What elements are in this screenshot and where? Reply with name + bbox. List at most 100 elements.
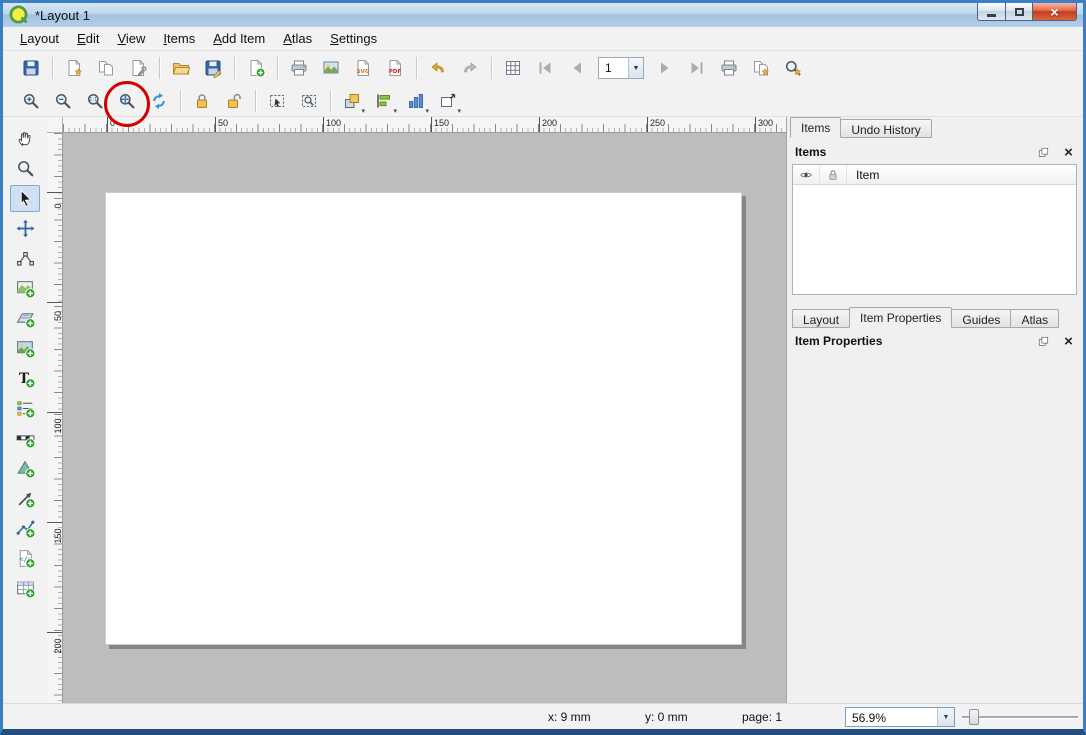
add-html-frame-tool[interactable]: </> <box>10 545 40 572</box>
add-arrow-tool[interactable] <box>10 485 40 512</box>
tab-atlas[interactable]: Atlas <box>1010 309 1059 328</box>
ruler-tick <box>647 117 648 132</box>
horizontal-ruler[interactable]: 050100150200250300 <box>63 117 786 133</box>
zoom-level-combobox[interactable]: 56.9% ▼ <box>845 707 955 727</box>
add-pages-button[interactable] <box>242 54 270 82</box>
export-as-svg-button[interactable]: SVG <box>349 54 377 82</box>
redo-button[interactable] <box>456 54 484 82</box>
tab-guides[interactable]: Guides <box>951 309 1011 328</box>
add-label-tool[interactable]: T <box>10 365 40 392</box>
label-plus-icon: T <box>15 368 36 389</box>
items-list[interactable]: Item <box>792 164 1077 295</box>
pan-layout-tool[interactable] <box>10 125 40 152</box>
select-all-items-button[interactable] <box>263 87 291 115</box>
atlas-settings-button[interactable] <box>779 54 807 82</box>
tab-undo-history[interactable]: Undo History <box>840 119 931 138</box>
unlock-all-items-button[interactable] <box>220 87 248 115</box>
add-items-from-template-button[interactable] <box>167 54 195 82</box>
move-item-content-tool[interactable] <box>10 215 40 242</box>
close-button[interactable]: × <box>1032 3 1077 21</box>
layout-manager-button[interactable] <box>124 54 152 82</box>
item-properties-panel-title: Item Properties <box>795 334 882 348</box>
chevron-down-icon[interactable]: ▼ <box>628 58 643 78</box>
lock-selected-items-button[interactable] <box>188 87 216 115</box>
preview-atlas-button[interactable] <box>499 54 527 82</box>
zoom-out-button[interactable] <box>49 87 77 115</box>
menu-edit[interactable]: Edit <box>68 28 108 49</box>
ruler-corner <box>47 117 63 133</box>
first-feature-button[interactable] <box>531 54 559 82</box>
add-legend-tool[interactable] <box>10 395 40 422</box>
zoom-slider[interactable] <box>962 707 1078 727</box>
menu-layout[interactable]: Layout <box>11 28 68 49</box>
align-selected-items-button[interactable]: ▾ <box>370 87 398 115</box>
last-feature-button[interactable] <box>683 54 711 82</box>
workspace: T</> 050100150200250300 050100150200 Ite… <box>3 117 1083 703</box>
previous-feature-button[interactable] <box>563 54 591 82</box>
duplicate-layout-button[interactable] <box>92 54 120 82</box>
add-scale-bar-tool[interactable] <box>10 425 40 452</box>
ruler-label: 150 <box>434 118 449 128</box>
layout-canvas[interactable] <box>63 133 786 703</box>
atlas-page-spinbox[interactable]: 1▼ <box>598 57 644 79</box>
deselect-all-items-button[interactable] <box>295 87 323 115</box>
next-feature-button[interactable] <box>651 54 679 82</box>
print-atlas-button[interactable] <box>715 54 743 82</box>
export-as-image-button[interactable] <box>317 54 345 82</box>
print-layout-button[interactable] <box>285 54 313 82</box>
zoom-tool[interactable] <box>10 155 40 182</box>
add-shape-tool[interactable] <box>10 455 40 482</box>
add-node-item-tool[interactable] <box>10 515 40 542</box>
refresh-view-button[interactable] <box>145 87 173 115</box>
resize-selected-items-button[interactable]: ▾ <box>434 87 462 115</box>
raise-selected-items-button[interactable]: ▾ <box>338 87 366 115</box>
menu-settings[interactable]: Settings <box>321 28 386 49</box>
menu-view[interactable]: View <box>108 28 154 49</box>
menu-atlas[interactable]: Atlas <box>274 28 321 49</box>
chevron-down-icon[interactable]: ▼ <box>937 708 954 726</box>
dock-bottom-tabbar: LayoutItem PropertiesGuidesAtlas <box>792 307 1058 328</box>
vertical-ruler[interactable]: 050100150200 <box>47 133 63 703</box>
qgis-logo-icon <box>9 5 29 25</box>
menu-items[interactable]: Items <box>154 28 204 49</box>
move-content-icon <box>15 218 36 239</box>
distribute-selected-items-button[interactable]: ▾ <box>402 87 430 115</box>
save-as-template-button[interactable] <box>199 54 227 82</box>
add-3d-map-tool[interactable] <box>10 305 40 332</box>
refresh-icon <box>149 91 169 111</box>
select-move-item-tool[interactable] <box>10 185 40 212</box>
title-bar[interactable]: *Layout 1 <box>3 3 1083 27</box>
zoom-slider-handle[interactable] <box>969 709 979 725</box>
dock-top-tabbar: ItemsUndo History <box>790 117 931 138</box>
tab-items[interactable]: Items <box>790 117 841 138</box>
menu-bar: LayoutEditViewItemsAdd ItemAtlasSettings <box>3 27 1083 51</box>
close-panel-icon[interactable]: × <box>1062 146 1075 159</box>
layout-page[interactable] <box>105 192 742 645</box>
undo-button[interactable] <box>424 54 452 82</box>
zoom-full-button[interactable] <box>113 87 141 115</box>
add-picture-tool[interactable] <box>10 335 40 362</box>
window-title: *Layout 1 <box>35 8 90 23</box>
maximize-button[interactable] <box>1005 3 1033 21</box>
maximize-icon <box>1015 8 1024 16</box>
svg-file-icon: SVG <box>353 58 373 78</box>
float-panel-icon[interactable] <box>1037 335 1050 348</box>
minimize-button[interactable] <box>977 3 1006 21</box>
float-panel-icon[interactable] <box>1037 146 1050 159</box>
ruler-tick <box>539 117 540 132</box>
new-layout-button[interactable] <box>60 54 88 82</box>
export-atlas-button[interactable] <box>747 54 775 82</box>
save-project-button[interactable] <box>17 54 45 82</box>
export-as-pdf-button[interactable]: PDF <box>381 54 409 82</box>
zoom-actual-size-button[interactable]: 1:1 <box>81 87 109 115</box>
ruler-label: 0 <box>110 118 115 128</box>
zoom-in-button[interactable] <box>17 87 45 115</box>
toolbar-separator <box>277 57 278 79</box>
close-panel-icon[interactable]: × <box>1062 335 1075 348</box>
tab-layout[interactable]: Layout <box>792 309 850 328</box>
edit-nodes-item-tool[interactable] <box>10 245 40 272</box>
add-attribute-table-tool[interactable] <box>10 575 40 602</box>
menu-add-item[interactable]: Add Item <box>204 28 274 49</box>
add-map-tool[interactable] <box>10 275 40 302</box>
tab-item-properties[interactable]: Item Properties <box>849 307 952 328</box>
